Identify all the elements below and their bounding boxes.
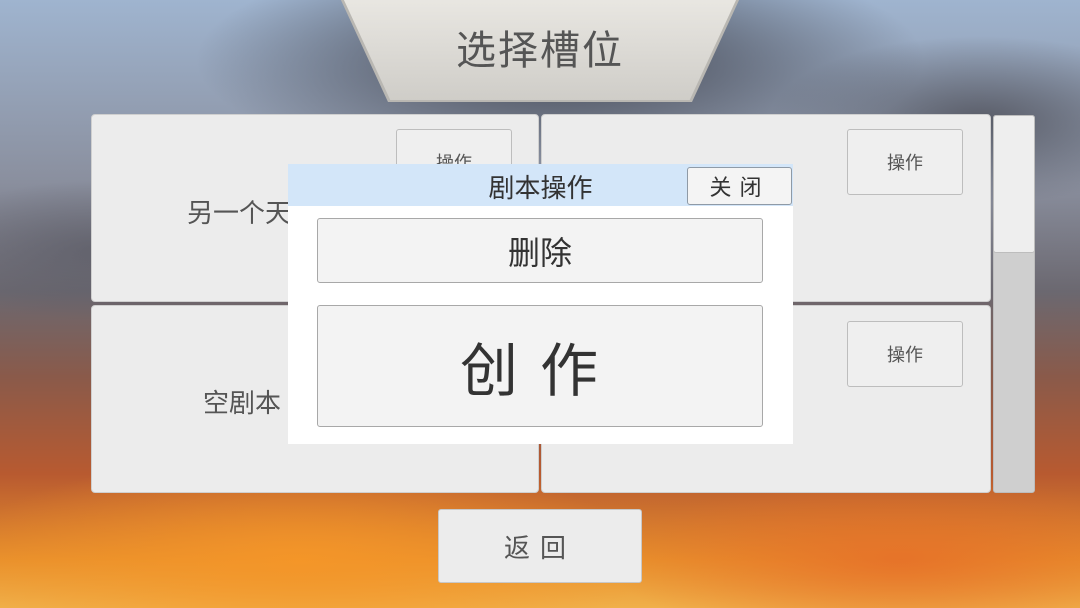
slot-2-operate-button[interactable]: 操作 [847, 129, 963, 195]
create-button[interactable]: 创作 [317, 305, 763, 427]
slot-name-3: 空剧本 [203, 389, 282, 419]
slot-name-1: 另一个天 [187, 199, 292, 229]
back-button[interactable]: 返回 [438, 509, 642, 583]
page-title: 选择槽位 [456, 28, 624, 74]
dialog-close-button[interactable]: 关闭 [687, 167, 792, 205]
delete-button[interactable]: 删除 [317, 218, 763, 283]
slot-list-scrollbar-thumb[interactable] [993, 115, 1035, 253]
slot-4-operate-button[interactable]: 操作 [847, 321, 963, 387]
